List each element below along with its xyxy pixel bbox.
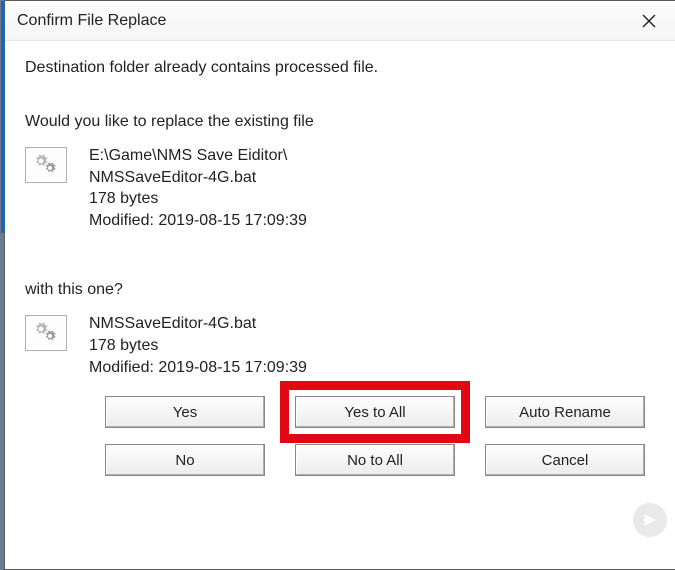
no-to-all-button[interactable]: No to All xyxy=(295,444,455,476)
titlebar: Confirm File Replace xyxy=(5,1,675,41)
yes-to-all-button[interactable]: Yes to All xyxy=(295,396,455,428)
message-line-1: Destination folder already contains proc… xyxy=(25,59,655,77)
dialog-title: Confirm File Replace xyxy=(17,12,166,30)
highlight-box: Yes to All xyxy=(295,396,455,428)
dialog-content: Destination folder already contains proc… xyxy=(5,41,675,502)
dialog-window: Confirm File Replace Destination folder … xyxy=(4,0,675,570)
existing-file-size: 178 bytes xyxy=(89,188,307,210)
new-file-size: 178 bytes xyxy=(89,335,307,357)
existing-file-path: E:\Game\NMS Save Eiditor\ xyxy=(89,145,307,167)
gears-icon xyxy=(25,315,67,351)
cancel-button[interactable]: Cancel xyxy=(485,444,645,476)
button-row-1: Yes Yes to All Auto Rename xyxy=(25,396,655,428)
close-button[interactable] xyxy=(623,1,675,41)
close-icon xyxy=(642,14,656,28)
existing-file-info: E:\Game\NMS Save Eiditor\ NMSSaveEditor-… xyxy=(89,145,307,231)
new-file-block: NMSSaveEditor-4G.bat 178 bytes Modified:… xyxy=(25,313,655,378)
new-file-modified: Modified: 2019-08-15 17:09:39 xyxy=(89,357,307,379)
button-row-2: No No to All Cancel xyxy=(25,444,655,476)
new-file-info: NMSSaveEditor-4G.bat 178 bytes Modified:… xyxy=(89,313,307,378)
existing-file-name: NMSSaveEditor-4G.bat xyxy=(89,167,307,189)
gears-icon xyxy=(25,147,67,183)
message-line-3: with this one? xyxy=(25,281,655,299)
existing-file-block: E:\Game\NMS Save Eiditor\ NMSSaveEditor-… xyxy=(25,145,655,231)
no-button[interactable]: No xyxy=(105,444,265,476)
existing-file-modified: Modified: 2019-08-15 17:09:39 xyxy=(89,210,307,232)
auto-rename-button[interactable]: Auto Rename xyxy=(485,396,645,428)
window-edge-accent xyxy=(1,1,5,233)
new-file-name: NMSSaveEditor-4G.bat xyxy=(89,313,307,335)
yes-button[interactable]: Yes xyxy=(105,396,265,428)
message-line-2: Would you like to replace the existing f… xyxy=(25,113,655,131)
watermark-icon xyxy=(631,501,669,539)
